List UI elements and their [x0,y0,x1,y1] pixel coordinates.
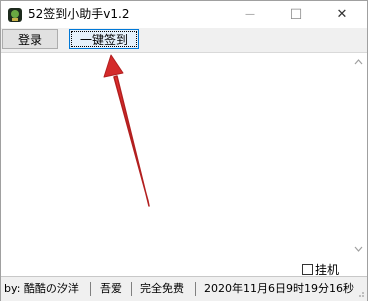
app-window: 52签到小助手v1.2 — ☐ ✕ 登录 一键签到 挂机 by: 酷酷の汐洋 吾… [0,0,368,301]
resize-grip-icon[interactable] [355,288,365,298]
arrow-head [103,54,124,78]
status-divider [90,282,91,296]
status-divider [195,282,196,296]
status-datetime: 2020年11月6日9时19分16秒 [204,282,354,295]
status-free: 完全免费 [140,282,184,295]
status-divider [131,282,132,296]
arrow-shaft [113,75,150,207]
hang-option[interactable]: 挂机 [302,261,339,277]
status-author: by: 酷酷の汐洋 [4,282,79,295]
hang-checkbox[interactable] [302,263,313,275]
hang-label: 挂机 [315,262,340,277]
status-bar: by: 酷酷の汐洋 吾爱 完全免费 2020年11月6日9时19分16秒 [1,276,367,301]
annotation-arrow [103,54,150,207]
status-forum: 吾爱 [100,282,122,295]
